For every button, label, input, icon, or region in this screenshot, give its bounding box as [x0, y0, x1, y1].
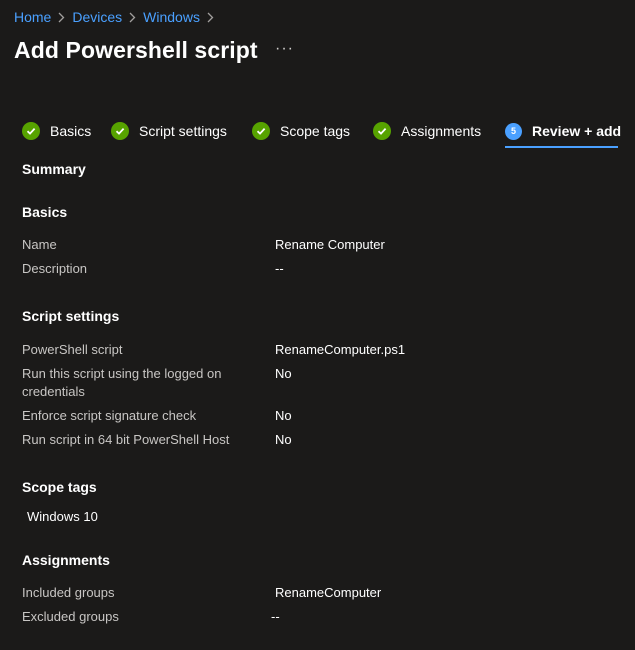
active-tab-indicator	[505, 146, 618, 148]
chevron-right-icon	[58, 12, 65, 23]
breadcrumb-home-link[interactable]: Home	[14, 9, 51, 25]
signature-check-value: No	[275, 408, 292, 423]
breadcrumb-devices-link[interactable]: Devices	[72, 9, 122, 25]
tab-scope-tags[interactable]: Scope tags	[252, 118, 350, 144]
tab-label: Scope tags	[280, 123, 351, 139]
tab-basics[interactable]: Basics	[22, 118, 91, 144]
tab-label: Assignments	[401, 123, 482, 139]
step-number-badge: 5	[505, 122, 522, 140]
wizard-steps: Basics Script settings Scope tags Assign…	[0, 118, 635, 148]
tab-assignments[interactable]: Assignments	[373, 118, 481, 144]
included-groups-label: Included groups	[22, 585, 115, 600]
checkmark-icon	[22, 122, 40, 140]
summary-heading: Summary	[22, 161, 86, 177]
chevron-right-icon	[207, 12, 214, 23]
powershell-script-label: PowerShell script	[22, 342, 123, 357]
checkmark-icon	[252, 122, 270, 140]
more-options-button[interactable]: ···	[275, 40, 294, 58]
run-as-logged-on-value: No	[275, 366, 292, 381]
tab-label: Review + add	[532, 123, 622, 139]
chevron-right-icon	[129, 12, 136, 23]
breadcrumb-windows-link[interactable]: Windows	[143, 9, 200, 25]
tab-label: Basics	[50, 123, 92, 139]
included-groups-value: RenameComputer	[275, 585, 382, 600]
assignments-heading: Assignments	[22, 552, 110, 568]
run-as-logged-on-label: Run this script using the logged on cred…	[22, 366, 222, 399]
tab-script-settings[interactable]: Script settings	[111, 118, 227, 144]
name-value: Rename Computer	[275, 237, 385, 252]
name-label: Name	[22, 237, 57, 252]
scope-tags-heading: Scope tags	[22, 479, 97, 495]
basics-heading: Basics	[22, 204, 68, 220]
scope-tag: Windows 10	[27, 509, 98, 524]
checkmark-icon	[373, 122, 391, 140]
checkmark-icon	[111, 122, 129, 140]
description-label: Description	[22, 261, 88, 276]
64bit-host-value: No	[275, 432, 292, 447]
page-title: Add Powershell script	[14, 37, 258, 63]
excluded-groups-label: Excluded groups	[22, 609, 119, 624]
64bit-host-label: Run script in 64 bit PowerShell Host	[22, 432, 230, 447]
description-value: --	[275, 261, 284, 276]
powershell-script-value: RenameComputer.ps1	[275, 342, 406, 357]
script-settings-heading: Script settings	[22, 308, 120, 324]
tab-label: Script settings	[139, 123, 227, 139]
excluded-groups-value: --	[271, 609, 280, 624]
breadcrumb: Home Devices Windows	[14, 9, 221, 25]
tab-review-add[interactable]: 5 Review + add	[505, 118, 621, 144]
signature-check-label: Enforce script signature check	[22, 408, 197, 423]
